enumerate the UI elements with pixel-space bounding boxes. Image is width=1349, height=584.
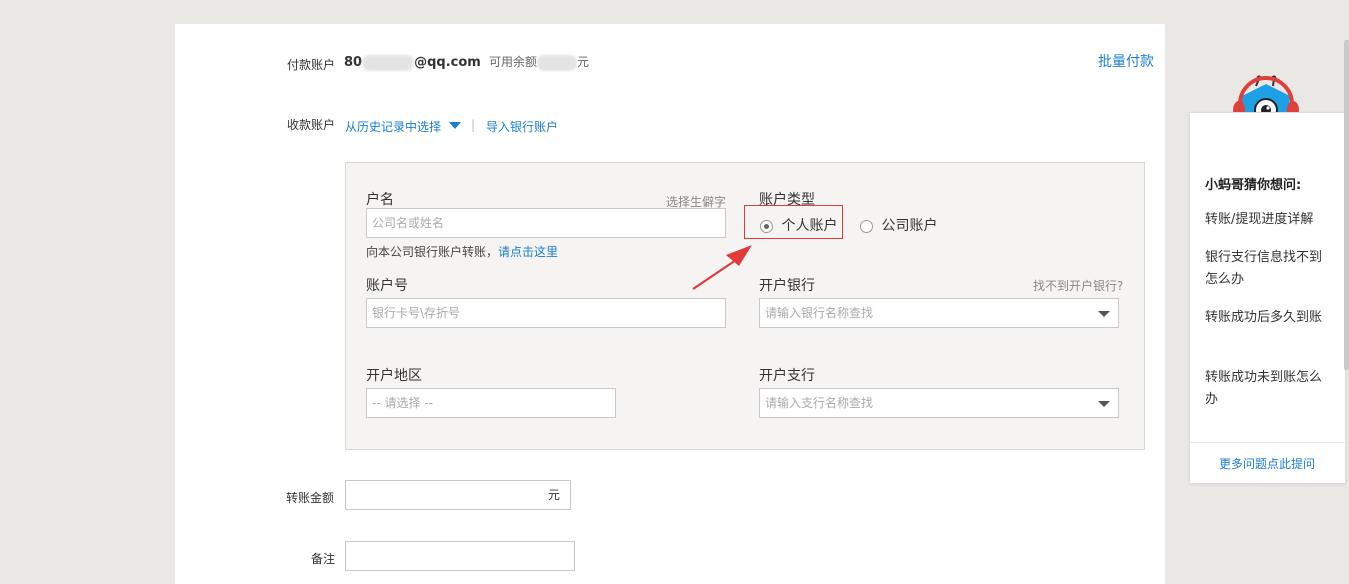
help-title: 小蚂哥猜你想问: [1205, 178, 1302, 193]
help-item[interactable]: 银行支行信息找不到怎么办 [1205, 247, 1333, 291]
more-questions-link[interactable]: 更多问题点此提问 [1219, 455, 1315, 472]
help-item[interactable]: 转账成功后多久到账 [1205, 307, 1333, 329]
annotation-arrow [692, 245, 752, 290]
scrollbar-thumb[interactable] [1344, 40, 1349, 370]
help-divider [1190, 442, 1345, 443]
help-item[interactable]: 转账/提现进度详解 [1205, 209, 1333, 231]
help-item[interactable]: 转账成功未到账怎么办 [1205, 367, 1333, 411]
help-sidebar: 小蚂哥猜你想问: 转账/提现进度详解 银行支行信息找不到怎么办 转账成功后多久到… [1189, 112, 1346, 484]
